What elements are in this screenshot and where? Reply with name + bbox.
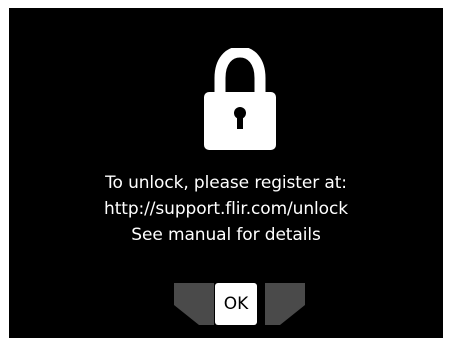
unlock-screen: To unlock, please register at: http://su… xyxy=(9,8,443,338)
chevron-right-icon[interactable] xyxy=(265,283,305,325)
message-line-register: To unlock, please register at: xyxy=(105,173,347,193)
unlock-message: To unlock, please register at: http://su… xyxy=(9,170,443,248)
lock-icon xyxy=(204,48,276,150)
chevron-left-icon[interactable] xyxy=(174,283,214,325)
message-line-manual: See manual for details xyxy=(131,225,321,245)
message-line-url: http://support.flir.com/unlock xyxy=(104,199,348,219)
navigation-controls: OK xyxy=(174,283,305,325)
ok-button[interactable]: OK xyxy=(215,283,257,325)
